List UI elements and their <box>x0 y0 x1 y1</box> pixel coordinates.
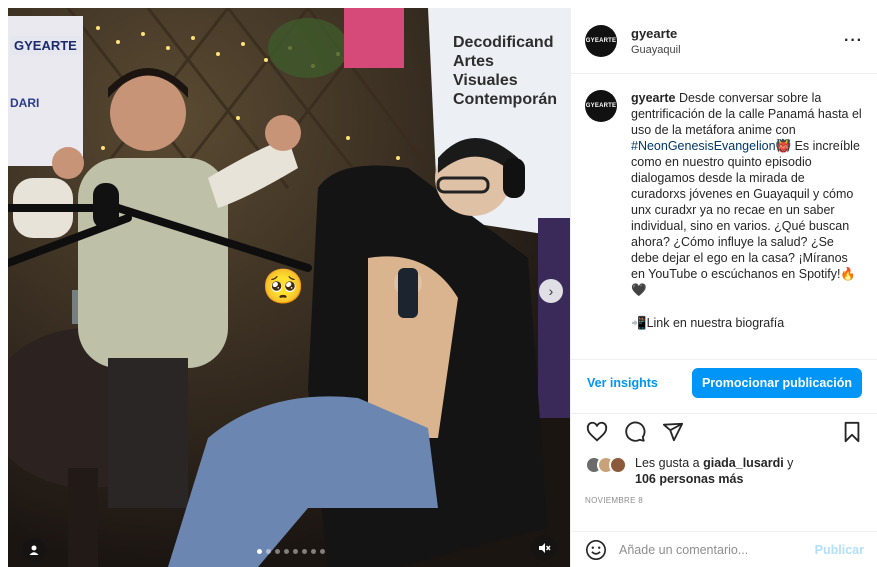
carousel-dot <box>311 549 316 554</box>
send-icon <box>662 422 684 441</box>
caption-link-line: 📲Link en nuestra biografía <box>631 316 785 330</box>
more-options-button[interactable]: ··· <box>844 32 863 50</box>
banner-logo-secondary: DARI <box>10 96 40 110</box>
caption-username[interactable]: gyearte <box>631 91 675 105</box>
chevron-right-icon: › <box>548 283 554 299</box>
username-link[interactable]: gyearte <box>631 26 844 41</box>
avatar[interactable]: GYEARTE <box>585 24 617 57</box>
bookmark-icon <box>844 421 860 442</box>
comment-icon <box>625 421 646 442</box>
insights-bar: Ver insights Promocionar publicación <box>571 359 877 406</box>
location-link[interactable]: Guayaquil <box>631 44 844 56</box>
post-author: gyearte Guayaquil <box>631 26 844 56</box>
post-actions <box>571 413 877 449</box>
user-icon <box>29 545 39 555</box>
avatar-label: GYEARTE <box>585 103 617 109</box>
comment-input[interactable] <box>619 542 815 557</box>
carousel-dot <box>275 549 280 554</box>
banner-logo: GYEARTE <box>10 36 81 55</box>
more-horizontal-icon: ··· <box>844 31 863 49</box>
smiley-icon <box>586 539 606 560</box>
post-date: NOVIEMBRE 8 <box>585 496 643 505</box>
carousel-dot <box>266 549 271 554</box>
likes-summary: Les gusta a giada_lusardi y 106 personas… <box>585 455 793 487</box>
likes-prefix: Les gusta a <box>635 456 704 470</box>
post-media[interactable]: Decodificand Artes Visuales Contemporán … <box>8 8 570 567</box>
banner-line: Contemporán <box>453 91 557 108</box>
pleading-face-sticker: 🥺 <box>262 268 305 306</box>
like-button[interactable] <box>585 420 609 444</box>
carousel-dot <box>320 549 325 554</box>
banner-line: Decodificand <box>453 34 554 51</box>
comment-button[interactable] <box>623 420 647 444</box>
speaker-muted-icon <box>539 543 551 553</box>
banner-text: Decodificand Artes Visuales Contemporán <box>453 33 557 109</box>
liker-avatars[interactable] <box>585 456 627 474</box>
caption-text: gyearte Desde conversar sobre la gentrif… <box>631 90 863 346</box>
carousel-dot <box>293 549 298 554</box>
emoji-picker-button[interactable] <box>585 539 607 561</box>
avatar-label: GYEARTE <box>585 37 617 44</box>
save-button[interactable] <box>840 420 864 444</box>
carousel-dot <box>257 549 262 554</box>
promote-post-button[interactable]: Promocionar publicación <box>691 368 862 398</box>
likes-text: Les gusta a giada_lusardi y 106 personas… <box>635 455 793 487</box>
likes-count-link[interactable]: 106 personas más <box>635 472 743 486</box>
caption-body-end: 👹 Es increíble como en nuestro quinto ep… <box>631 139 860 297</box>
avatar[interactable]: GYEARTE <box>585 90 617 122</box>
mute-button[interactable] <box>531 535 557 561</box>
post-caption: GYEARTE gyearte Desde conversar sobre la… <box>571 74 877 346</box>
share-button[interactable] <box>661 420 685 444</box>
carousel-dot <box>302 549 307 554</box>
publish-comment-button[interactable]: Publicar <box>815 543 864 557</box>
banner-line: Visuales <box>453 72 518 89</box>
post-header: GYEARTE gyearte Guayaquil ··· <box>571 8 877 74</box>
comment-composer: Publicar <box>571 531 877 567</box>
liker-username-link[interactable]: giada_lusardi <box>703 456 784 470</box>
carousel-dot <box>284 549 289 554</box>
carousel-indicator <box>257 549 325 554</box>
post-side-panel: GYEARTE gyearte Guayaquil ··· GYEARTE gy… <box>570 8 877 567</box>
next-slide-button[interactable]: › <box>539 279 563 303</box>
banner-line: Artes <box>453 53 494 70</box>
avatar <box>609 456 627 474</box>
likes-middle: y <box>783 456 794 470</box>
heart-icon <box>586 421 608 441</box>
hashtag-link[interactable]: #NeonGenesisEvangelion <box>631 139 776 153</box>
view-insights-link[interactable]: Ver insights <box>587 376 658 390</box>
instagram-post-dialog: Decodificand Artes Visuales Contemporán … <box>8 8 877 567</box>
tagged-users-button[interactable] <box>22 538 46 562</box>
